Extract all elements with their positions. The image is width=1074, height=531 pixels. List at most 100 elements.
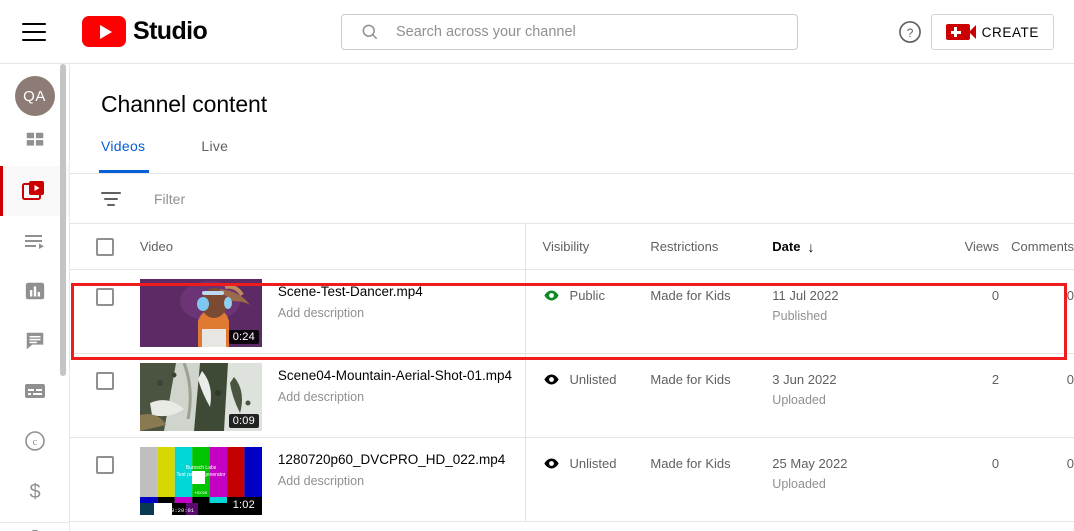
table-row[interactable]: Burosch Labs Test pattern generator HD02… <box>70 438 1074 522</box>
search-input[interactable] <box>396 24 776 40</box>
row-visibility-cell: Public <box>525 270 651 307</box>
video-camera-plus-icon <box>945 24 976 40</box>
row-comments: 0 <box>1066 288 1074 303</box>
dashboard-grid-icon <box>26 132 43 146</box>
dollar-sign-icon: $ <box>29 481 40 503</box>
row-date-status: Uploaded <box>772 477 826 491</box>
row-restrictions-cell: Made for Kids <box>650 456 731 471</box>
row-comments: 0 <box>1066 372 1074 387</box>
sidebar-item-dashboard[interactable] <box>0 116 69 166</box>
svg-text:$: $ <box>29 481 40 503</box>
row-visibility-cell: Unlisted <box>525 354 651 391</box>
sidebar-item-copyright[interactable]: c <box>0 416 69 466</box>
table-row[interactable]: 0:24 Scene-Test-Dancer.mp4 Add descripti… <box>70 270 1074 354</box>
video-thumbnail[interactable]: Burosch Labs Test pattern generator HD02… <box>139 447 262 515</box>
sidebar-divider <box>0 522 69 523</box>
videos-table: Video Visibility Restrictions Date ↓ Vie… <box>70 224 1074 522</box>
row-views: 0 <box>991 456 1000 471</box>
header-comments[interactable]: Comments <box>999 239 1074 254</box>
header-date[interactable]: Date ↓ <box>772 239 914 255</box>
table-row[interactable]: 0:09 Scene04-Mountain-Aerial-Shot-01.mp4… <box>70 354 1074 438</box>
search-icon <box>360 22 380 42</box>
header-views[interactable]: Views <box>914 239 999 254</box>
create-button-label: CREATE <box>981 24 1039 40</box>
sidebar-item-monetization[interactable]: $ <box>0 466 69 516</box>
row-select-cell <box>70 270 140 306</box>
row-video-cell: Burosch Labs Test pattern generator HD02… <box>139 438 525 515</box>
table-header-row: Video Visibility Restrictions Date ↓ Vie… <box>70 224 1074 270</box>
help-circle-icon: ? <box>899 21 921 43</box>
video-title[interactable]: Scene04-Mountain-Aerial-Shot-01.mp4 <box>278 367 512 384</box>
video-duration: 0:24 <box>228 330 259 344</box>
video-title[interactable]: Scene-Test-Dancer.mp4 <box>278 283 423 300</box>
sidebar-item-comments[interactable] <box>0 316 69 366</box>
video-thumbnail[interactable]: 0:24 <box>139 279 262 347</box>
filter-icon[interactable] <box>101 191 121 206</box>
row-date-status: Uploaded <box>772 393 826 407</box>
row-visibility-cell: Unlisted <box>525 438 651 475</box>
video-description-placeholder[interactable]: Add description <box>278 306 423 320</box>
header-visibility[interactable]: Visibility <box>525 239 651 254</box>
row-select-cell <box>70 438 140 474</box>
unlisted-eye-icon <box>543 455 560 475</box>
row-video-cell: 0:09 Scene04-Mountain-Aerial-Shot-01.mp4… <box>139 354 525 431</box>
row-date-cell: 11 Jul 2022 Published <box>772 270 914 323</box>
youtube-studio-logo[interactable]: Studio <box>82 16 208 47</box>
video-description-placeholder[interactable]: Add description <box>278 390 512 404</box>
row-restrictions-cell: Made for Kids <box>650 372 731 387</box>
video-duration: 0:09 <box>228 414 259 428</box>
row-date: 11 Jul 2022 <box>772 288 839 303</box>
comment-bubble-icon <box>26 332 43 350</box>
svg-text:c: c <box>32 436 37 448</box>
row-checkbox[interactable] <box>95 288 114 306</box>
help-button[interactable]: ? <box>896 18 924 46</box>
unlisted-eye-icon <box>543 371 560 391</box>
select-all-checkbox[interactable] <box>95 237 114 256</box>
video-thumbnail[interactable]: 0:09 <box>139 363 262 431</box>
sort-descending-icon: ↓ <box>807 238 815 255</box>
row-date-status: Published <box>772 309 828 323</box>
video-meta: 1280720p60_DVCPRO_HD_022.mp4 Add descrip… <box>278 451 505 488</box>
visibility-label: Unlisted <box>569 456 617 471</box>
visibility-label: Unlisted <box>569 372 617 387</box>
sidebar-item-analytics[interactable] <box>0 266 69 316</box>
sidebar-item-subtitles[interactable] <box>0 366 69 416</box>
page-title: Channel content <box>101 91 268 117</box>
video-title[interactable]: 1280720p60_DVCPRO_HD_022.mp4 <box>278 451 505 468</box>
tab-videos[interactable]: Videos <box>98 138 161 173</box>
row-checkbox[interactable] <box>95 456 114 474</box>
select-all-cell <box>70 237 140 256</box>
header-video: Video <box>139 239 173 254</box>
playlist-icon <box>24 235 44 249</box>
row-video-cell: 0:24 Scene-Test-Dancer.mp4 Add descripti… <box>139 270 525 347</box>
content-tabs: Videos Live <box>98 138 1074 173</box>
svg-text:Test pattern generator: Test pattern generator <box>176 472 225 478</box>
video-description-placeholder[interactable]: Add description <box>278 474 505 488</box>
row-views: 0 <box>991 288 1000 303</box>
row-checkbox[interactable] <box>95 372 114 390</box>
sidebar-item-content[interactable] <box>0 166 69 216</box>
youtube-studio-page: Studio ? CREATE QA <box>0 0 1074 531</box>
sidebar-scrollbar[interactable] <box>60 64 66 376</box>
row-date: 3 Jun 2022 <box>772 372 837 387</box>
bar-chart-icon <box>25 282 44 300</box>
video-duration: 1:02 <box>228 498 259 512</box>
filter-bar: Filter <box>70 174 1074 223</box>
row-select-cell <box>70 354 140 390</box>
hamburger-menu-icon[interactable] <box>22 22 46 41</box>
public-eye-icon <box>543 287 560 307</box>
svg-text:01:49:20:01: 01:49:20:01 <box>158 507 195 514</box>
avatar[interactable]: QA <box>14 76 55 116</box>
video-meta: Scene-Test-Dancer.mp4 Add description <box>278 283 423 320</box>
row-date: 25 May 2022 <box>772 456 848 471</box>
header-restrictions[interactable]: Restrictions <box>650 239 772 254</box>
filter-input[interactable]: Filter <box>154 191 185 207</box>
main-content: Channel content Videos Live Filter Video… <box>70 64 1074 531</box>
tab-live[interactable]: Live <box>201 138 244 173</box>
top-header-bar: Studio ? CREATE <box>0 0 1074 64</box>
row-date-cell: 3 Jun 2022 Uploaded <box>772 354 914 407</box>
studio-wordmark: Studio <box>133 17 208 45</box>
sidebar-item-playlists[interactable] <box>0 216 69 266</box>
search-bar[interactable] <box>341 14 798 50</box>
create-button[interactable]: CREATE <box>930 14 1054 50</box>
